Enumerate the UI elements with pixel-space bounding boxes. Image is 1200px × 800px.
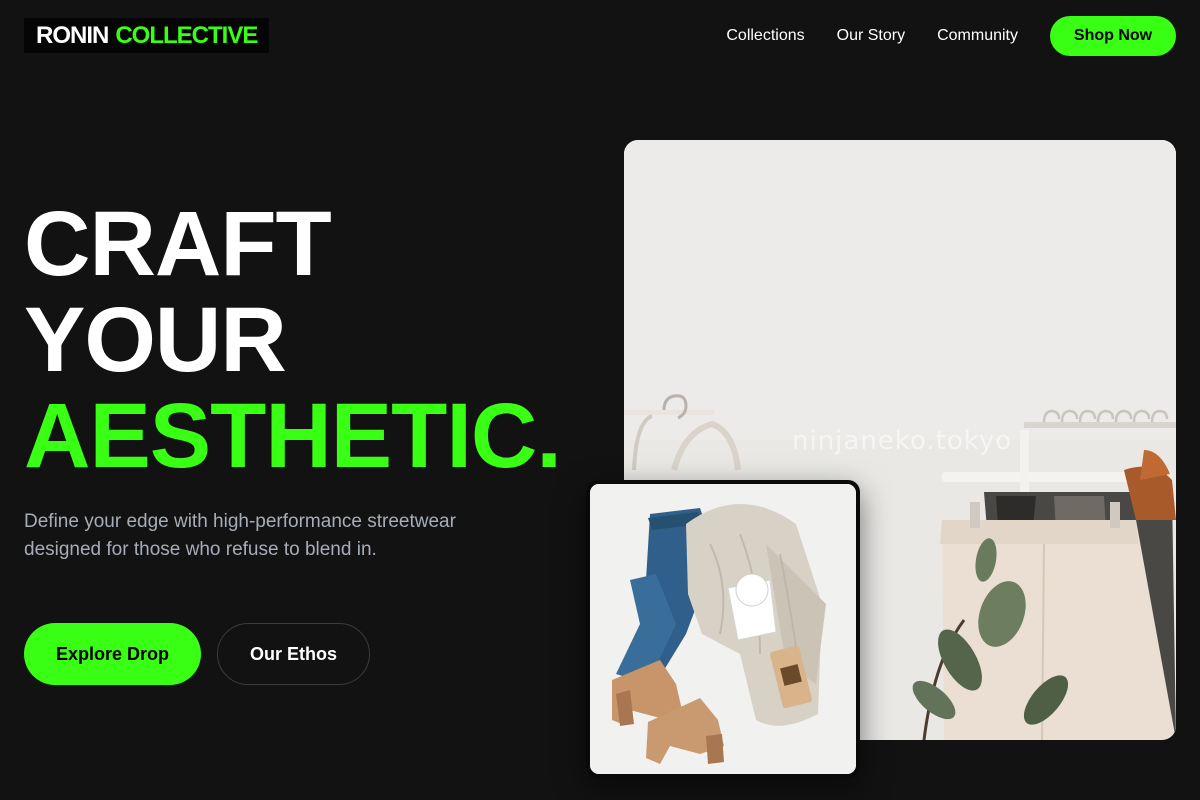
brand-logo[interactable]: RONIN COLLECTIVE: [24, 18, 270, 53]
nav-link-our-story[interactable]: Our Story: [837, 27, 905, 45]
shop-now-button[interactable]: Shop Now: [1050, 16, 1176, 56]
outfit-flatlay-illustration: [590, 484, 856, 774]
nav-link-collections[interactable]: Collections: [726, 27, 804, 45]
flatlay-image: [590, 484, 856, 774]
headline-line-2: YOUR: [24, 289, 287, 391]
brand-word-2: COLLECTIVE: [115, 21, 258, 49]
explore-drop-button[interactable]: Explore Drop: [24, 623, 201, 685]
our-ethos-button[interactable]: Our Ethos: [217, 623, 370, 685]
headline-line-3: AESTHETIC.: [24, 385, 562, 487]
nav-link-community[interactable]: Community: [937, 27, 1018, 45]
hero-headline: CRAFT YOUR AESTHETIC.: [24, 193, 562, 487]
landing-page: RONIN COLLECTIVE Collections Our Story C…: [0, 0, 1200, 800]
hero-description: Define your edge with high-performance s…: [24, 511, 456, 560]
image-watermark: ninjaneko.tokyo: [792, 426, 1013, 456]
brand-word-1: RONIN: [36, 21, 109, 49]
headline-line-1: CRAFT: [24, 193, 332, 295]
hero-secondary-image-card: [586, 480, 860, 778]
main-nav: Collections Our Story Community Shop Now: [726, 16, 1176, 56]
